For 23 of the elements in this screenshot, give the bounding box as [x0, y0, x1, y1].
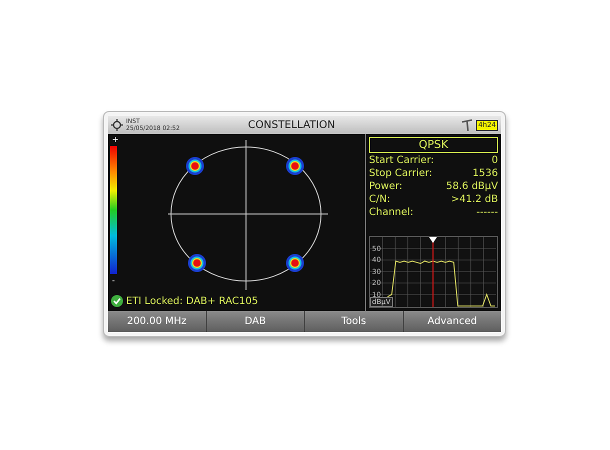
crosshair-icon: [111, 119, 123, 131]
scale-max-label: +: [112, 136, 119, 144]
info-value: >41.2 dB: [450, 193, 498, 206]
info-label: C/N:: [369, 193, 390, 206]
info-value: ------: [476, 206, 498, 219]
info-label: Channel:: [369, 206, 414, 219]
marker-line: [429, 237, 437, 307]
info-label: Power:: [369, 180, 402, 193]
soft-key-button[interactable]: DAB: [206, 311, 304, 332]
screen-title: CONSTELLATION: [248, 118, 336, 133]
soft-key-button[interactable]: Tools: [304, 311, 402, 332]
info-value: 1536: [472, 167, 498, 180]
info-value: 58.6 dBµV: [446, 180, 498, 193]
modulation-label: QPSK: [369, 137, 498, 153]
lock-status: ETI Locked: DAB+ RAC105: [126, 294, 258, 308]
antenna-icon: [461, 119, 474, 131]
check-icon: [111, 295, 123, 307]
soft-key-button[interactable]: Advanced: [402, 311, 501, 332]
info-value: 0: [492, 154, 498, 167]
soft-key-button[interactable]: 200.00 MHz: [108, 311, 206, 332]
scale-min-label: -: [112, 277, 115, 285]
info-label: Start Carrier:: [369, 154, 434, 167]
info-label: Stop Carrier:: [369, 167, 432, 180]
